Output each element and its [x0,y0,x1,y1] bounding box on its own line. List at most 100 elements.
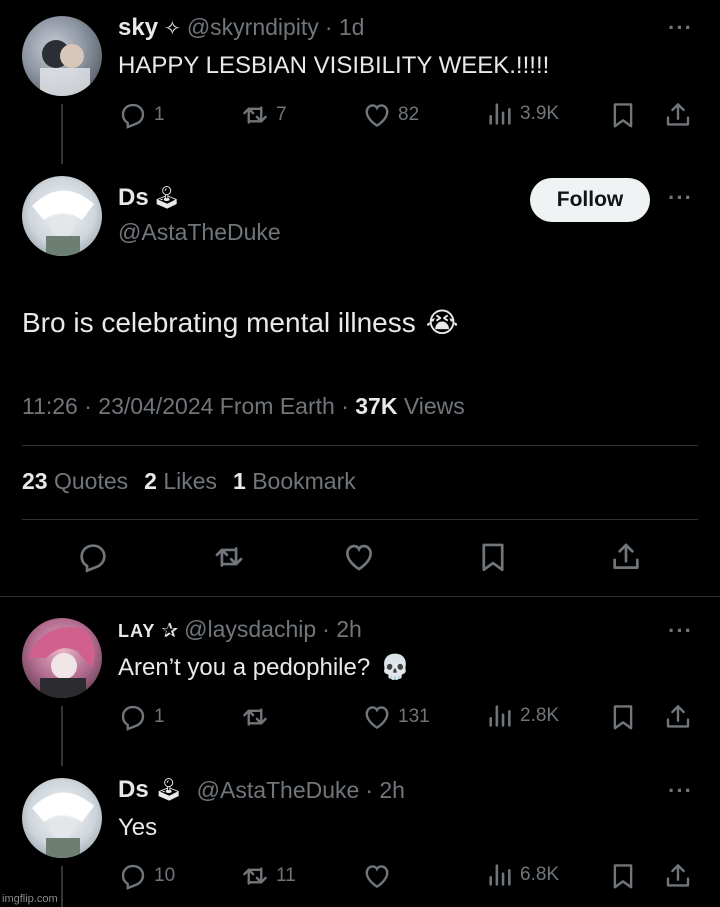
engagement-stats: 23 Quotes 2 Likes 1 Bookmark [22,468,356,495]
views-count: 3.9K [520,103,560,124]
reply2-text: Yes [118,814,158,841]
thread-line [61,104,63,164]
views-icon [486,100,514,128]
display-name[interactable]: Ds [118,776,149,804]
share-button[interactable] [609,540,643,574]
bookmarks-stat[interactable]: 1 Bookmark [233,468,356,495]
avatar-image [32,190,94,256]
retweet-count: 11 [276,865,296,886]
bookmark-icon [608,100,638,130]
avatar-lay[interactable] [22,618,102,698]
views-count: 2.8K [520,705,560,726]
share-icon [663,100,693,130]
timestamp[interactable]: · 1d [325,14,365,41]
retweet-button[interactable]: 11 [240,861,296,891]
display-name[interactable]: sky [118,14,158,42]
reply-button[interactable]: 1 [118,702,165,732]
more-options-icon[interactable]: ··· [668,185,693,211]
joystick-emoji: 🕹 [154,777,183,802]
tweet-timestamp[interactable]: 11:26 · 23/04/2024 From Earth · [22,393,355,419]
retweet-button[interactable]: 7 [240,100,287,130]
share-button[interactable] [663,702,693,732]
views-icon [486,861,514,889]
bookmark-icon [608,702,638,732]
crying-emoji: 😭 [425,307,459,338]
avatar-image [32,792,94,858]
bookmarks-label: Bookmark [252,468,356,494]
avatar-ds[interactable] [22,778,102,858]
timestamp[interactable]: · 2h [365,777,405,804]
tweet-text: Bro is celebrating mental illness [22,306,416,338]
main-tweet-header: Ds 🕹 [118,184,181,212]
reply-icon [76,540,110,574]
more-options-icon[interactable]: ··· [668,778,693,804]
bookmark-button[interactable] [608,100,638,130]
like-count: 82 [398,104,420,125]
views-button[interactable]: 6.8K [486,861,559,889]
bookmark-button[interactable] [608,702,638,732]
skull-emoji: 💀 [380,654,411,681]
more-options-icon[interactable]: ··· [668,618,693,644]
bookmark-icon [476,540,510,574]
views-total: 37K [355,393,398,419]
joystick-emoji: 🕹 [152,185,181,210]
divider [22,445,698,446]
thread-line [61,866,63,907]
like-button[interactable]: 131 [362,702,430,732]
reply2-header: Ds 🕹 @AstaTheDuke · 2h [118,776,405,804]
tweet-text: Aren’t you a pedophile? [118,653,371,681]
retweet-button[interactable] [212,540,246,574]
reply-button[interactable]: 10 [118,861,175,891]
heart-icon [362,861,392,891]
likes-label: Likes [163,468,218,494]
reply-icon [118,702,148,732]
like-button[interactable] [342,540,376,574]
bookmark-button[interactable] [476,540,510,574]
reply1-text: Aren’t you a pedophile? 💀 [118,653,410,682]
sparkle-badge-icon: ✧ [164,18,181,40]
views-icon [486,702,514,730]
divider [22,519,698,520]
share-button[interactable] [663,100,693,130]
display-name[interactable]: LAY [118,621,155,642]
bookmarks-count: 1 [233,468,246,494]
views-button[interactable]: 2.8K [486,702,559,730]
handle[interactable]: @AstaTheDuke [118,219,281,246]
like-button[interactable] [362,861,398,891]
retweet-icon [240,861,270,891]
reply-button[interactable]: 1 [118,100,165,130]
reply-button[interactable] [76,540,110,574]
like-button[interactable]: 82 [362,100,419,130]
bookmark-button[interactable] [608,861,638,891]
divider [0,596,720,597]
more-options-icon[interactable]: ··· [668,15,693,41]
views-count: 6.8K [520,864,560,885]
avatar-ds[interactable] [22,176,102,256]
tweet-meta: 11:26 · 23/04/2024 From Earth · 37K View… [22,393,465,420]
quotes-label: Quotes [53,468,129,494]
retweet-button[interactable] [240,702,276,732]
retweet-icon [240,702,270,732]
heart-icon [362,702,392,732]
handle[interactable]: @laysdachip [184,616,316,643]
likes-stat[interactable]: 2 Likes [144,468,217,495]
share-button[interactable] [663,861,693,891]
display-name[interactable]: Ds [118,184,149,212]
tweet1-text: HAPPY LESBIAN VISIBILITY WEEK.!!!!! [118,52,550,79]
like-count: 131 [398,706,430,727]
bookmark-icon [608,861,638,891]
avatar-image [28,627,95,698]
heart-icon [362,100,392,130]
quotes-count: 23 [22,468,48,494]
heart-icon [342,540,376,574]
handle[interactable]: @AstaTheDuke [197,777,360,804]
handle[interactable]: @skyrndipity [187,14,319,41]
quotes-stat[interactable]: 23 Quotes [22,468,128,495]
retweet-icon [240,100,270,130]
timestamp[interactable]: · 2h [322,616,362,643]
follow-button[interactable]: Follow [530,178,650,222]
views-button[interactable]: 3.9K [486,100,559,128]
reply-icon [118,861,148,891]
watermark: imgflip.com [2,893,58,905]
avatar-sky[interactable] [22,16,102,96]
